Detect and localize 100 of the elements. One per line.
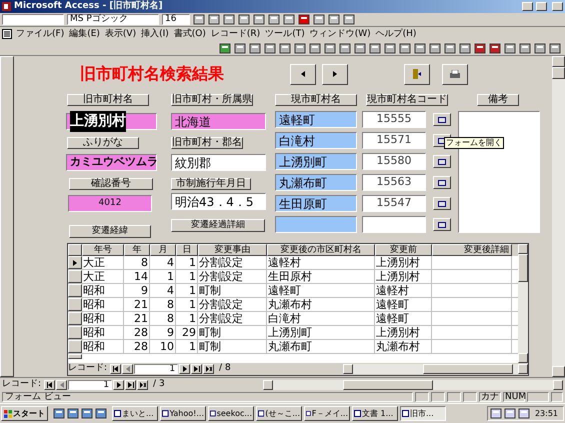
taskbar-button[interactable]: 文書 1...	[352, 406, 398, 421]
open-form-button[interactable]	[433, 218, 451, 231]
exit-button[interactable]	[404, 64, 430, 84]
field-label: 旧市町村名	[67, 94, 149, 106]
status-text: フォーム ビュー	[2, 392, 413, 402]
table-cell: 町制	[198, 284, 267, 297]
menu-item[interactable]: 編集(E)	[68, 30, 101, 38]
column-label: 現市町村名コード	[366, 94, 448, 106]
vertical-scrollbar[interactable]	[518, 244, 528, 363]
current-name-field: 白滝村	[275, 132, 357, 149]
column-header[interactable]: 変更後詳細	[432, 244, 512, 256]
taskbar-button[interactable]: Yahoo!...	[160, 406, 206, 421]
door-icon	[412, 69, 422, 79]
form-title: 旧市町村名検索結果	[80, 63, 225, 85]
menu-item[interactable]: ウィンドウ(W)	[308, 30, 372, 38]
status-pane	[463, 392, 477, 402]
minimize-button[interactable]	[522, 2, 533, 11]
taskbar-button[interactable]: まいと...	[112, 406, 158, 421]
close-button[interactable]	[552, 2, 563, 11]
font-size-dropdown[interactable]: 16	[162, 14, 190, 25]
menu-item[interactable]: 書式(O)	[172, 30, 207, 38]
current-name-field: 生田原町	[275, 195, 357, 212]
menu-item[interactable]: 挿入(I)	[140, 30, 170, 38]
open-form-button[interactable]	[433, 176, 451, 189]
open-form-button[interactable]	[433, 155, 451, 168]
first-record-button[interactable]	[110, 364, 122, 374]
window-icon	[114, 410, 121, 417]
field-label: 旧市町村・郡名	[171, 137, 243, 149]
table-cell: 町制	[198, 340, 267, 353]
taskbar-button[interactable]: 旧市...	[400, 406, 446, 421]
menu-item[interactable]: ツール(T)	[264, 30, 306, 38]
horizontal-scrollbar[interactable]	[343, 364, 528, 374]
font-name-dropdown[interactable]: MS Pゴシック	[67, 14, 159, 25]
window-icon	[162, 410, 169, 417]
column-header[interactable]: 変更後の市区町村名	[267, 244, 375, 256]
status-indicator: カナ	[479, 392, 501, 402]
taskbar-button[interactable]: F－メイ...	[304, 406, 350, 421]
first-record-button[interactable]	[44, 380, 56, 390]
menu-item[interactable]: ファイル(F)	[15, 30, 66, 38]
horizontal-scrollbar[interactable]	[263, 380, 563, 390]
table-cell: 昭和	[82, 298, 124, 311]
current-name-field: 遠軽町	[275, 111, 357, 128]
header-corner[interactable]	[68, 244, 82, 256]
open-form-button[interactable]	[433, 197, 451, 210]
menu-item[interactable]: ヘルプ(H)	[374, 30, 418, 38]
column-header[interactable]: 変更前	[375, 244, 432, 256]
left-triangle-icon	[301, 71, 305, 77]
object-dropdown[interactable]	[2, 14, 64, 25]
table-cell: 28	[124, 326, 150, 339]
print-button[interactable]	[442, 64, 468, 84]
row-selector[interactable]	[68, 354, 82, 359]
confirm-number-field: 4012	[68, 195, 152, 212]
taskbar-button[interactable]: (せ～こ...	[256, 406, 302, 421]
row-selector[interactable]	[68, 298, 82, 311]
previous-record-button[interactable]	[122, 364, 134, 374]
row-selector[interactable]	[68, 326, 82, 339]
start-button[interactable]: スタート	[1, 406, 48, 421]
window-title: Microsoft Access - [旧市町村名]	[14, 2, 163, 11]
new-record-button[interactable]	[203, 364, 214, 374]
row-selector[interactable]	[68, 284, 82, 297]
notes-label: 備考	[477, 94, 519, 106]
row-selector[interactable]	[68, 270, 82, 283]
table-cell: 上湧別町	[267, 326, 375, 339]
last-record-button[interactable]	[191, 364, 202, 374]
row-selector[interactable]	[68, 312, 82, 325]
table-cell: 14	[124, 270, 150, 283]
prev-icon	[58, 382, 65, 388]
column-header[interactable]: 日	[176, 244, 198, 256]
column-label: 現市町村名	[275, 94, 357, 106]
row-selector[interactable]	[68, 256, 82, 269]
column-header[interactable]: 変更事由	[198, 244, 267, 256]
open-form-button[interactable]	[433, 113, 451, 126]
old-name-field: 上湧別村	[66, 113, 157, 130]
column-header[interactable]: 月	[150, 244, 176, 256]
window-icon	[258, 410, 264, 417]
table-cell: 丸瀬布村	[267, 298, 375, 311]
previous-button[interactable]	[290, 64, 316, 84]
row-selector[interactable]	[68, 340, 82, 353]
column-header[interactable]: 年	[124, 244, 150, 256]
new-record-button[interactable]	[137, 380, 148, 390]
detail-button[interactable]: 変遷経過詳細	[171, 219, 265, 232]
column-header[interactable]: 年号	[82, 244, 124, 256]
restore-button[interactable]	[536, 2, 547, 11]
menu-item[interactable]: 表示(V)	[104, 30, 138, 38]
next-record-button[interactable]	[179, 364, 190, 374]
new-icon	[206, 366, 212, 372]
current-code-field: 15571	[362, 132, 426, 149]
window-icon	[402, 410, 409, 417]
taskbar-button[interactable]: seekoc...	[208, 406, 254, 421]
next-button[interactable]	[322, 64, 348, 84]
menu-item[interactable]: レコード(R)	[210, 30, 262, 38]
previous-record-button[interactable]	[56, 380, 68, 390]
last-record-button[interactable]	[125, 380, 136, 390]
clock: 23:51	[534, 408, 559, 420]
status-pane	[431, 392, 445, 402]
field-label: 市制施行年月日	[171, 178, 251, 190]
record-selector[interactable]	[0, 56, 14, 377]
vertical-scrollbar[interactable]	[552, 56, 565, 377]
history-button[interactable]: 変遷経緯	[69, 225, 151, 238]
next-record-button[interactable]	[113, 380, 124, 390]
